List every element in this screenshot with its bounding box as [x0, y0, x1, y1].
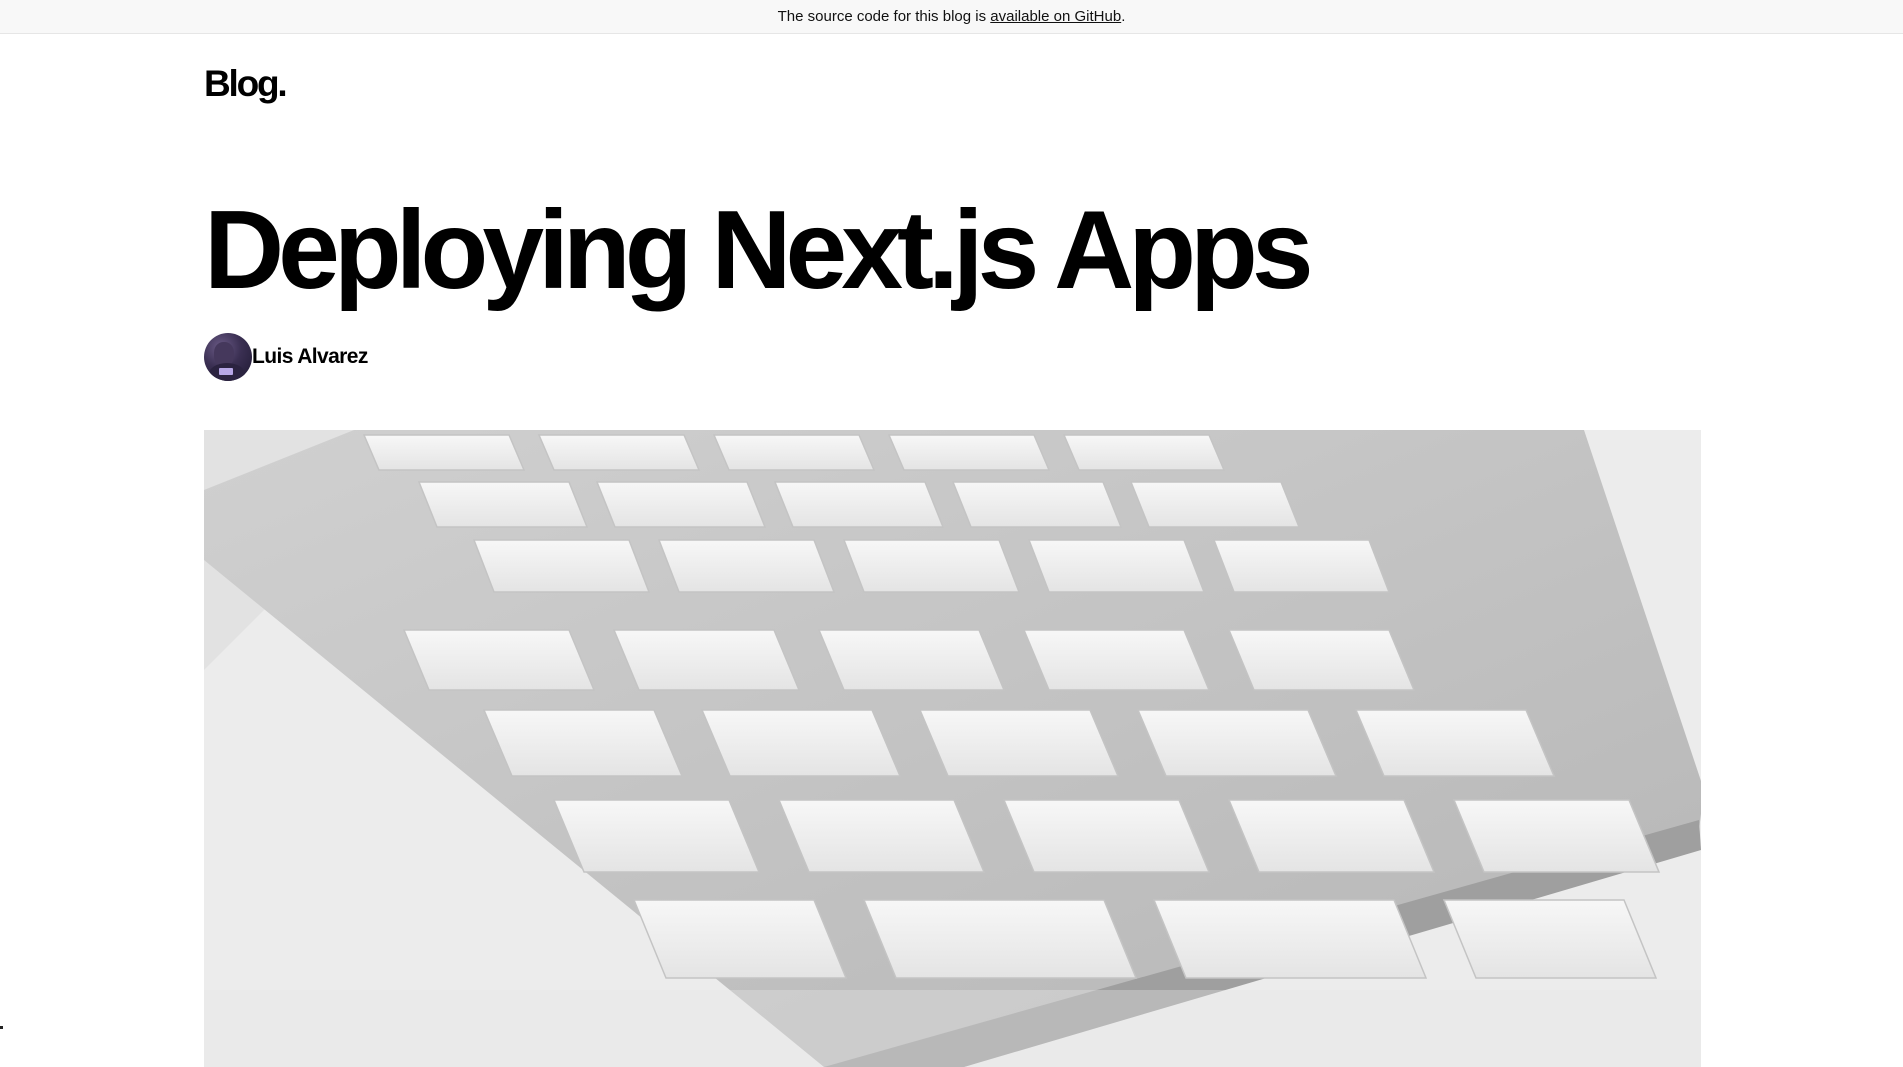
github-link[interactable]: available on GitHub [990, 8, 1121, 25]
post-author: Luis Alvarez [204, 333, 368, 381]
source-code-banner: The source code for this blog is availab… [0, 0, 1903, 34]
corner-marker [0, 1026, 3, 1029]
site-brand-link[interactable]: Blog. [204, 65, 288, 102]
keyboard-illustration [204, 430, 1701, 1067]
post-title: Deploying Next.js Apps [204, 188, 1314, 312]
banner-suffix: . [1121, 8, 1126, 25]
banner-text: The source code for this blog is [777, 8, 987, 25]
author-name: Luis Alvarez [252, 345, 368, 368]
post-cover-image [204, 430, 1701, 1067]
author-avatar [204, 333, 252, 381]
